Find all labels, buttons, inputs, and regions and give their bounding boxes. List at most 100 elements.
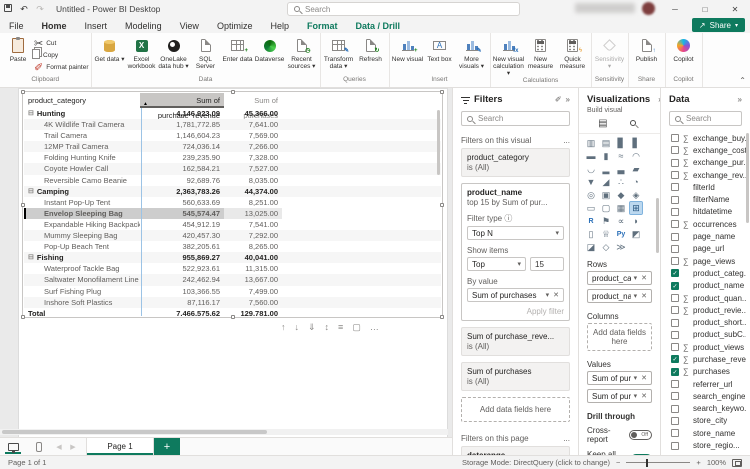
paginated-report-icon[interactable]: ▯ xyxy=(585,228,597,240)
decomposition-tree-icon[interactable]: ◩ xyxy=(630,228,642,240)
values-field-sum-of-purchase-reve[interactable]: Sum of purchase_reve...▾✕ xyxy=(587,371,652,385)
table-row-reversible-camo-beanie[interactable]: Reversible Camo Beanie92,689.768,035.00 xyxy=(24,175,441,186)
maximize-button[interactable]: □ xyxy=(690,0,720,18)
resize-handle[interactable] xyxy=(21,315,25,319)
new-visual-calculation-button[interactable]: fxNew visual calculation ▾ xyxy=(493,36,525,77)
unchecked-checkbox[interactable] xyxy=(671,159,679,167)
filter-card-sum-of-purchases[interactable]: Sum of purchasesis (All) xyxy=(461,362,570,391)
table-row-mummy-sleeping-bag[interactable]: Mummy Sleeping Bag420,457.307,292.00 xyxy=(24,230,441,241)
field-product-revie[interactable]: ∑product_revie... xyxy=(661,304,750,316)
go-to-next-level-icon[interactable]: ⇓ xyxy=(308,322,316,333)
publish-button[interactable]: ↑Publish xyxy=(631,36,663,63)
checked-checkbox[interactable]: ✓ xyxy=(671,355,679,363)
table-row-12mp-trail-camera[interactable]: 12MP Trail Camera724,036.147,266.00 xyxy=(24,141,441,152)
card-icon[interactable]: ▭ xyxy=(585,202,597,214)
show-items-count-input[interactable]: 15 xyxy=(530,257,564,271)
build-visual-tab-icon[interactable]: ▤ xyxy=(598,118,607,129)
column-header-product-category[interactable]: product_category xyxy=(24,93,140,108)
collapse-pane-icon[interactable]: » xyxy=(738,95,742,104)
unchecked-checkbox[interactable] xyxy=(671,405,679,413)
field-purchases[interactable]: ✓∑purchases xyxy=(661,366,750,378)
copy-button[interactable]: Copy xyxy=(34,50,89,60)
table-icon[interactable]: ▦ xyxy=(615,202,627,214)
field-product-subc[interactable]: product_subC... xyxy=(661,329,750,341)
menu-optimize[interactable]: Optimize xyxy=(208,19,262,33)
new-measure-button[interactable]: New measure xyxy=(525,36,557,70)
focus-mode-icon[interactable]: ▢ xyxy=(352,322,361,333)
unchecked-checkbox[interactable] xyxy=(671,417,679,425)
field-product-categ[interactable]: ✓product_categ... xyxy=(661,267,750,279)
ribbon-chart-icon[interactable]: ▰ xyxy=(630,163,642,175)
get-more-visuals-icon[interactable]: ≫ xyxy=(615,241,627,253)
rows-field-product-name[interactable]: product_name▾✕ xyxy=(587,289,652,303)
sql-server-button[interactable]: SQL Server xyxy=(190,36,222,70)
field-store-regio[interactable]: store_regio... xyxy=(661,439,750,451)
table-row-fishing[interactable]: ⊟Fishing955,869.2740,041.00 xyxy=(24,252,441,263)
funnel-chart-icon[interactable]: ◢ xyxy=(600,176,612,188)
100-stacked-bar-chart-icon[interactable]: ▬ xyxy=(585,150,597,162)
resize-handle[interactable] xyxy=(231,315,235,319)
cross-report-toggle[interactable]: Off xyxy=(629,430,652,440)
close-button[interactable]: ✕ xyxy=(720,0,750,18)
drill-up-icon[interactable]: ↑ xyxy=(281,322,286,333)
apply-filter-button[interactable]: Apply filter xyxy=(467,307,564,316)
data-search-input[interactable]: Search xyxy=(669,111,742,126)
table-row-pop-up-beach-tent[interactable]: Pop-Up Beach Tent382,205.618,265.00 xyxy=(24,241,441,252)
unchecked-checkbox[interactable] xyxy=(671,331,679,339)
next-page-icon[interactable]: ▶ xyxy=(66,438,80,455)
metrics-icon[interactable]: ◪ xyxy=(585,241,597,253)
redo-icon[interactable]: ↷ xyxy=(32,4,48,15)
mobile-view-icon[interactable] xyxy=(26,438,52,455)
global-search-input[interactable]: Search xyxy=(287,2,520,16)
sensitivity-button[interactable]: Sensitivity ▾ xyxy=(594,36,626,70)
save-icon[interactable] xyxy=(0,4,16,14)
desktop-view-icon[interactable] xyxy=(0,438,26,455)
table-row-coyote-howler-call[interactable]: Coyote Howler Call162,584.217,527.00 xyxy=(24,163,441,174)
field-search-engine[interactable]: search_engine xyxy=(661,390,750,402)
treemap-icon[interactable]: ▣ xyxy=(600,189,612,201)
unchecked-checkbox[interactable] xyxy=(671,306,679,314)
resize-handle[interactable] xyxy=(21,90,25,94)
key-influencers-icon[interactable]: ∝ xyxy=(615,215,627,227)
field-product-name[interactable]: ✓product_name xyxy=(661,280,750,292)
more-options-icon[interactable]: … xyxy=(370,322,379,333)
columns-dropzone[interactable]: Add data fields here xyxy=(587,323,652,351)
unchecked-checkbox[interactable] xyxy=(671,134,679,142)
collapse-ribbon-icon[interactable]: ⌃ xyxy=(739,76,746,85)
onelake-data-hub-button[interactable]: OneLake data hub ▾ xyxy=(158,36,190,70)
menu-help[interactable]: Help xyxy=(261,19,298,33)
avatar[interactable] xyxy=(642,2,655,15)
table-row-envelop-sleeping-bag[interactable]: Envelop Sleeping Bag545,574.4713,025.00 xyxy=(24,208,441,219)
field-product-short[interactable]: product_short... xyxy=(661,316,750,328)
table-row-waterproof-tackle-bag[interactable]: Waterproof Tackle Bag522,923.6111,315.00 xyxy=(24,263,441,274)
dataverse-button[interactable]: Dataverse xyxy=(254,36,286,63)
canvas-horizontal-scrollbar[interactable] xyxy=(0,429,448,435)
unchecked-checkbox[interactable] xyxy=(671,183,679,191)
field-page-views[interactable]: ∑page_views xyxy=(661,255,750,267)
by-value-select[interactable]: Sum of purchases▾✕ xyxy=(467,288,564,302)
more-options-icon[interactable]: ... xyxy=(563,136,570,145)
more-visuals-button[interactable]: ✎More visuals ▾ xyxy=(456,36,488,70)
table-row-instant-pop-up-tent[interactable]: Instant Pop-Up Tent560,633.698,251.00 xyxy=(24,197,441,208)
rows-field-product-category[interactable]: product_category▾✕ xyxy=(587,271,652,285)
quick-measure-button[interactable]: ϟQuick measure xyxy=(557,36,589,70)
column-header-purchase-revenue[interactable]: Sum of purchase_revenue▲ xyxy=(140,93,224,108)
python-visual-icon[interactable]: Py xyxy=(615,228,627,240)
get-data-button[interactable]: Get data ▾ xyxy=(94,36,126,63)
visual-scrollbar[interactable] xyxy=(437,110,440,175)
collapse-icon[interactable]: ⊟ xyxy=(28,108,34,119)
resize-handle[interactable] xyxy=(440,315,444,319)
unchecked-checkbox[interactable] xyxy=(671,257,679,265)
field-store-name[interactable]: store_name xyxy=(661,427,750,439)
page-tab[interactable]: Page 1 xyxy=(86,438,154,455)
unchecked-checkbox[interactable] xyxy=(671,171,679,179)
field-product-views[interactable]: ∑product_views xyxy=(661,341,750,353)
field-exchange-rev[interactable]: ∑exchange_rev... xyxy=(661,169,750,181)
field-filtername[interactable]: filterName xyxy=(661,193,750,205)
menu-insert[interactable]: Insert xyxy=(76,19,117,33)
menu-view[interactable]: View xyxy=(171,19,208,33)
format-visual-tab-icon[interactable] xyxy=(630,118,641,129)
minimize-button[interactable]: ─ xyxy=(660,0,690,18)
stacked-bar-chart-icon[interactable]: ▥ xyxy=(585,137,597,149)
menu-data-drill[interactable]: Data / Drill xyxy=(346,19,409,33)
